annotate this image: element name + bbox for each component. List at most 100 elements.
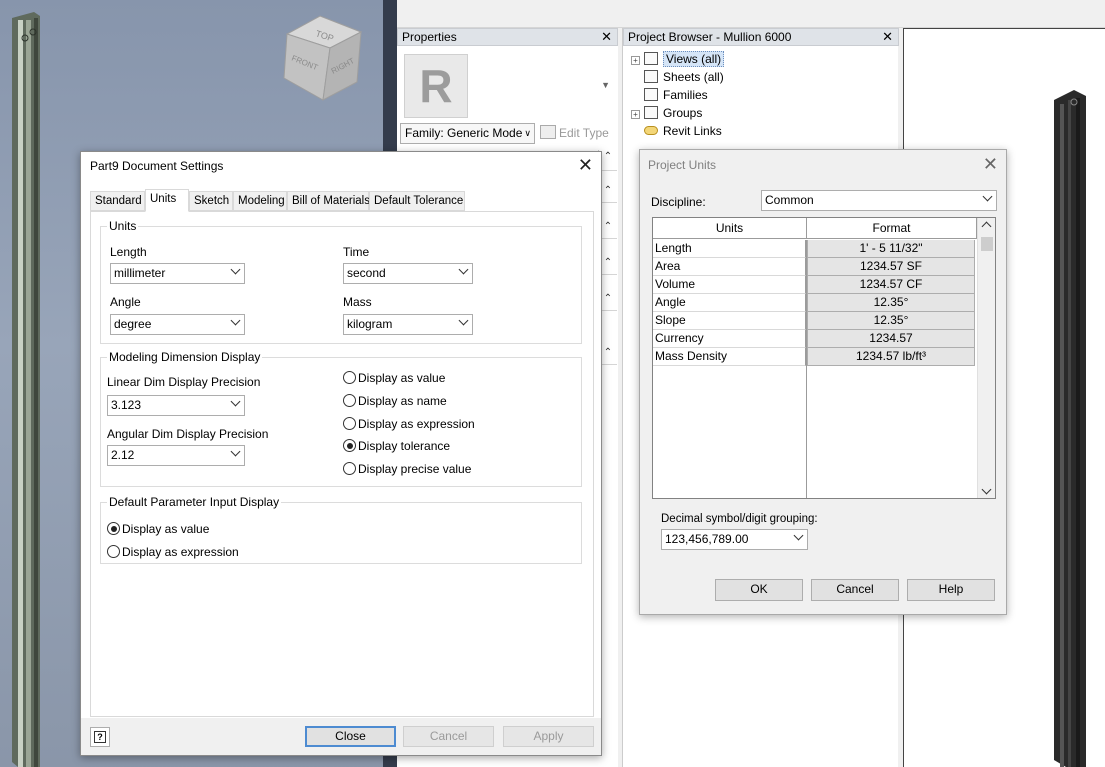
project-browser-title: Project Browser - Mullion 6000 xyxy=(628,30,792,44)
mass-label: Mass xyxy=(343,295,372,309)
chevron-down-icon xyxy=(982,191,993,202)
collapse-icon[interactable]: ⌃ xyxy=(601,256,615,270)
radio-label: Display as name xyxy=(358,394,447,408)
tab-bill-of-materials[interactable]: Bill of Materials xyxy=(287,191,370,211)
radio-icon xyxy=(343,462,356,475)
mullion-model-left xyxy=(12,12,40,767)
angular-precision-value: 2.12 xyxy=(111,448,135,462)
chevron-down-icon xyxy=(230,396,241,407)
tree-item-sheets[interactable]: Sheets (all) xyxy=(631,68,724,86)
angular-precision-dropdown[interactable]: 2.12 xyxy=(107,445,245,466)
close-button[interactable]: Close xyxy=(305,726,396,747)
mullion-model-right xyxy=(1054,90,1086,767)
decimal-grouping-value: 123,456,789.00 xyxy=(665,532,749,546)
angle-unit-dropdown[interactable]: degree xyxy=(110,314,245,335)
revit-ribbon-strip xyxy=(397,0,1105,28)
collapse-icon[interactable]: ⌃ xyxy=(601,150,615,164)
mass-unit-dropdown[interactable]: kilogram xyxy=(343,314,473,335)
edit-type-button[interactable]: Edit Type xyxy=(540,123,609,143)
radio-icon xyxy=(343,394,356,407)
radio-display-tolerance[interactable]: Display tolerance xyxy=(343,439,450,453)
tab-default-tolerance[interactable]: Default Tolerance xyxy=(369,191,465,211)
discipline-value: Common xyxy=(765,193,814,207)
length-unit-value: millimeter xyxy=(114,266,166,280)
chevron-down-icon[interactable] xyxy=(981,484,992,495)
chevron-up-icon[interactable] xyxy=(981,221,992,232)
tree-item-families[interactable]: Families xyxy=(631,86,708,104)
chevron-down-icon: ∨ xyxy=(524,128,531,138)
table-row-unit: Length xyxy=(653,240,806,258)
table-row-unit: Slope xyxy=(653,312,806,330)
close-icon[interactable]: ✕ xyxy=(601,29,612,45)
format-button[interactable]: 1' - 5 11/32" xyxy=(807,240,975,258)
radio-display-as-name[interactable]: Display as name xyxy=(343,394,447,408)
help-button[interactable]: ? xyxy=(90,727,110,747)
radio-label: Display as value xyxy=(122,522,210,536)
chevron-down-icon xyxy=(793,530,804,541)
radio-display-precise-value[interactable]: Display precise value xyxy=(343,462,471,476)
collapse-icon[interactable]: ⌃ xyxy=(601,220,615,234)
format-button[interactable]: 1234.57 CF xyxy=(807,276,975,294)
chevron-down-icon xyxy=(458,315,469,326)
apply-button[interactable]: Apply xyxy=(503,726,594,747)
table-row-unit: Volume xyxy=(653,276,806,294)
tab-units[interactable]: Units xyxy=(145,189,189,212)
radio-param-display-as-expression[interactable]: Display as expression xyxy=(107,545,239,559)
expand-icon[interactable]: + xyxy=(631,110,640,119)
discipline-dropdown[interactable]: Common xyxy=(761,190,997,211)
family-filter-dropdown[interactable]: Family: Generic Mode ∨ xyxy=(400,123,535,144)
project-units-dialog: Project Units ✕ Discipline: Common Units… xyxy=(639,149,1007,615)
collapse-icon[interactable]: ⌃ xyxy=(601,346,615,360)
radio-label: Display tolerance xyxy=(358,439,451,453)
collapse-icon[interactable]: ⌃ xyxy=(601,292,615,306)
expand-icon[interactable]: + xyxy=(631,56,640,65)
ok-button[interactable]: OK xyxy=(715,579,803,601)
family-filter-value: Family: Generic Mode xyxy=(405,126,523,140)
radio-display-as-expression[interactable]: Display as expression xyxy=(343,417,475,431)
tree-item-label: Groups xyxy=(663,106,703,120)
time-unit-dropdown[interactable]: second xyxy=(343,263,473,284)
tree-item-revit-links[interactable]: Revit Links xyxy=(631,122,722,140)
revit-links-icon xyxy=(644,126,658,135)
close-icon[interactable]: ✕ xyxy=(983,154,998,174)
tree-item-label: Views (all) xyxy=(663,51,725,67)
edit-type-icon xyxy=(540,125,556,139)
linear-precision-dropdown[interactable]: 3.123 xyxy=(107,395,245,416)
tree-item-label: Revit Links xyxy=(663,124,722,138)
viewcube-icon[interactable]: TOP FRONT RIGHT xyxy=(275,14,365,104)
close-icon[interactable]: ✕ xyxy=(578,155,593,175)
help-button[interactable]: Help xyxy=(907,579,995,601)
tab-sketch[interactable]: Sketch xyxy=(189,191,233,211)
format-button[interactable]: 1234.57 lb/ft³ xyxy=(807,348,975,366)
format-button[interactable]: 1234.57 SF xyxy=(807,258,975,276)
tree-item-label: Families xyxy=(663,88,708,102)
column-header-units: Units xyxy=(653,218,807,239)
table-row-unit: Currency xyxy=(653,330,806,348)
tree-item-views[interactable]: + Views (all) xyxy=(631,50,725,68)
radio-selected-icon xyxy=(107,522,120,535)
chevron-down-icon[interactable]: ▼ xyxy=(601,80,610,90)
parameter-input-group: Default Parameter Input Display Display … xyxy=(100,495,582,564)
tree-item-groups[interactable]: + Groups xyxy=(631,104,702,122)
collapse-icon[interactable]: ⌃ xyxy=(601,184,615,198)
format-button[interactable]: 12.35° xyxy=(807,294,975,312)
cancel-button[interactable]: Cancel xyxy=(403,726,494,747)
tab-standard[interactable]: Standard xyxy=(90,191,145,211)
length-label: Length xyxy=(110,245,147,259)
sheets-icon xyxy=(644,70,658,83)
radio-icon xyxy=(107,545,120,558)
tab-modeling[interactable]: Modeling xyxy=(233,191,287,211)
close-icon[interactable]: ✕ xyxy=(882,29,893,45)
radio-param-display-as-value[interactable]: Display as value xyxy=(107,522,209,536)
cancel-button[interactable]: Cancel xyxy=(811,579,899,601)
dialog-title: Part9 Document Settings xyxy=(90,159,224,173)
decimal-grouping-dropdown[interactable]: 123,456,789.00 xyxy=(661,529,808,550)
scrollbar-thumb[interactable] xyxy=(981,237,993,251)
format-button[interactable]: 12.35° xyxy=(807,312,975,330)
table-row-unit: Area xyxy=(653,258,806,276)
length-unit-dropdown[interactable]: millimeter xyxy=(110,263,245,284)
table-scrollbar[interactable] xyxy=(977,218,995,498)
format-button[interactable]: 1234.57 xyxy=(807,330,975,348)
radio-display-as-value[interactable]: Display as value xyxy=(343,371,445,385)
document-settings-dialog: Part9 Document Settings ✕ Standard Units… xyxy=(80,151,602,756)
